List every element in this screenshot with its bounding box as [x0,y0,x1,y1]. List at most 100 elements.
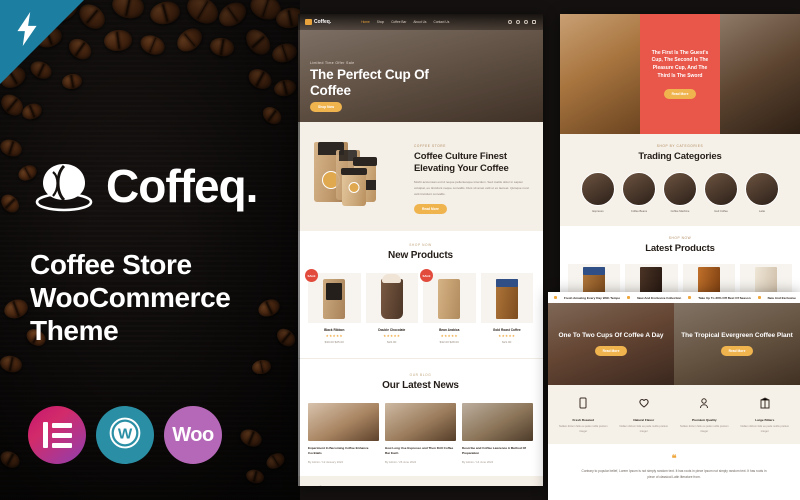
news-card[interactable]: Experiment In Becoming Coffee Enhance Co… [308,403,379,464]
preview-quote-categories-page[interactable]: The First Is The Guest's Cup, The Second… [560,14,800,304]
feature-desc: Nullam dictum felis eu pede mollis preti… [679,425,729,433]
nav-item-shop[interactable]: Shop [377,20,384,24]
wordpress-badge: W [96,406,154,464]
about-body: Morbi accumsan est id neque pellentesque… [414,180,530,196]
news-thumbnail [462,403,533,442]
cart-icon[interactable] [532,20,536,24]
category-item[interactable]: Espresso [581,172,615,213]
sale-badge: SALE [305,269,318,283]
shake-photo [720,14,800,134]
ticker-bullet-icon [627,296,631,299]
categories-row: Espresso Coffee Beans Coffee Machine Iced C… [568,172,792,213]
feature-name: Large Bitters [755,418,775,422]
search-icon[interactable] [508,20,512,24]
header-actions[interactable] [508,20,536,24]
nav-item-coffee-bar[interactable]: Coffee Bar [391,20,406,24]
news-heading: Our Latest News [382,380,459,392]
product-grid: SALE Black Ribbon ★★★★★ $30.00 $25.00 Double… [305,269,533,345]
news-card[interactable]: How Long Use Espresso and Then Drill Cof… [385,403,456,464]
sale-badge: SALE [420,269,433,283]
category-item[interactable]: Coffee Machine [663,172,697,213]
wordpress-icon: W [109,417,141,454]
product-rating: ★★★★★ [440,334,458,339]
feature-icon [759,396,771,413]
category-item[interactable]: Coffee Beans [622,172,656,213]
hero-cta-button[interactable]: Shop Now [310,102,343,112]
brand-logos-strip [298,475,543,486]
product-card[interactable]: SALE Bean Arabica ★★★★★ $32.00 $28.00 [420,269,476,344]
latte-photo [560,14,640,134]
nav-item-home[interactable]: Home [361,20,370,24]
product-thumbnail: SALE [420,269,476,324]
features-row: Fresh Roasted Nullam dictum felis eu pede… [548,385,800,445]
page-title: Coffee Store WooCommerce Theme [30,248,298,347]
wishlist-icon[interactable] [524,20,528,24]
product-price: $21.00 [502,340,512,345]
ticker-bullet-icon [554,296,557,299]
product-price: $30.00 $25.00 [324,340,344,345]
duo-panel-right[interactable]: The Tropical Evergreen Coffee Plant Read… [674,303,800,385]
brand-oval-icon [432,485,449,486]
duo-panel-left[interactable]: One To Two Cups Of Coffee A Day Read Mor… [548,303,674,385]
feature-desc: Nullam dictum felis eu pede mollis preti… [740,425,790,433]
brand-logo: Coffeq. [28,158,258,214]
preview-features-page[interactable]: Fresh Amazing Every Day With Tempo New An… [548,292,800,500]
category-thumbnail [622,172,656,207]
corner-ribbon [0,0,84,84]
brand-banner-icon [472,485,489,486]
news-thumbnail [308,403,379,442]
feature-item: Natural Flavor Nullam dictum felis eu ped… [617,396,672,434]
category-item[interactable]: Iced Coffee [704,172,738,213]
news-card[interactable]: Describe and Coffee Lawrence A Method Of… [462,403,533,464]
feature-item: Large Bitters Nullam dictum felis eu pede… [738,396,793,434]
category-label: Iced Coffee [714,210,728,214]
svg-text:W: W [118,425,133,442]
product-thumbnail: SALE [305,269,361,324]
category-thumbnail [745,172,779,207]
duo-cta-button[interactable]: Read More [720,345,754,356]
nav-item-contact-us[interactable]: Contact Us [434,20,450,24]
brand-name: Coffeq. [106,160,258,212]
news-title: Experiment In Becoming Coffee Enhance Co… [308,446,369,456]
category-item[interactable]: Latte [745,172,779,213]
product-card[interactable]: Gold Roast Coffee ★★★★★ $21.00 [480,273,533,345]
feature-icon [698,396,710,413]
news-title: Describe and Coffee Lawrence A Method Of… [462,446,527,456]
site-header: Coffeq. Home Shop Coffee Bar About Us Contac… [298,14,543,30]
feature-icon [638,396,650,413]
product-rating: ★★★★★ [498,334,516,339]
header-logo-text: Coffeq. [314,19,332,25]
quote-cta-button[interactable]: Read More [663,88,697,99]
ticker-item: Take Up To 30% Off Best Of Season [698,295,751,300]
quote-mark-icon: ❝ [671,453,677,464]
category-thumbnail [663,172,697,207]
categories-heading: Trading Categories [638,151,722,162]
product-name: Double Chocolate [378,328,406,333]
category-thumbnail [581,172,615,207]
about-cta-button[interactable]: Read More [414,204,447,215]
news-meta: By Admin / 12 January 2024 [308,459,343,464]
main-navigation[interactable]: Home Shop Coffee Bar About Us Contact Us [361,20,449,24]
about-heading: Coffee Culture Finest Elevating Your Cof… [414,151,509,175]
product-price: $24.00 [387,340,397,345]
nav-item-about-us[interactable]: About Us [413,20,426,24]
news-thumbnail [385,403,456,442]
account-icon[interactable] [516,20,520,24]
lightning-bolt-icon [17,12,37,46]
header-logo[interactable]: Coffeq. [305,19,331,25]
news-meta: By Admin / 14 June 2024 [462,459,494,464]
quote-banner: The First Is The Guest's Cup, The Second… [560,14,800,134]
product-bag-image [310,136,406,208]
latest-eyebrow: Shop Now [668,236,692,241]
preview-main-page[interactable]: Coffeq. Home Shop Coffee Bar About Us Contac… [298,14,543,486]
coffee-cup-front [340,167,368,206]
feature-icon [577,396,589,413]
duo-cta-button[interactable]: Read More [594,345,628,356]
screenshot-stage: Coffeq. Coffee Store WooCommerce Theme W… [0,0,800,500]
product-card[interactable]: SALE Black Ribbon ★★★★★ $30.00 $25.00 [305,269,361,345]
platform-badges: W Woo [28,406,222,464]
product-card[interactable]: Double Chocolate ★★★★★ $24.00 [365,273,418,345]
news-meta: By Admin / 26 June 2024 [385,459,417,464]
preview-hero-section: Coffeq. Home Shop Coffee Bar About Us Contac… [298,14,543,122]
ticker-bullet-icon [757,296,761,299]
